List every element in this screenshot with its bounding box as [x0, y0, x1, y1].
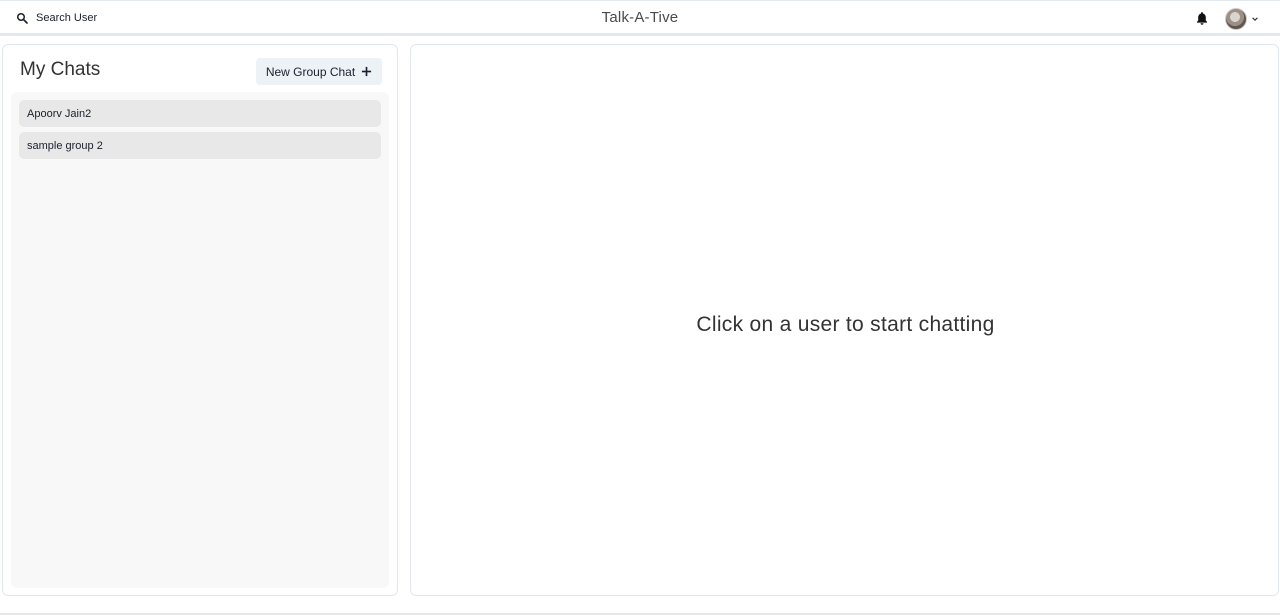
chat-list-item[interactable]: sample group 2	[19, 132, 381, 159]
search-icon	[16, 12, 28, 24]
chevron-down-icon	[1251, 15, 1259, 23]
chat-window: Click on a user to start chatting	[410, 44, 1279, 596]
chat-name: sample group 2	[27, 139, 103, 152]
new-group-chat-button[interactable]: New Group Chat	[256, 58, 382, 85]
my-chats-panel: My Chats New Group Chat Apoorv Jain2 sam…	[2, 44, 398, 596]
search-user-button[interactable]: Search User	[10, 6, 103, 30]
search-user-label: Search User	[36, 12, 98, 24]
app-title: Talk-A-Tive	[601, 9, 679, 26]
my-chats-title: My Chats	[20, 59, 101, 80]
app-root: Search User Talk-A-Tive My Chats New Gro…	[0, 0, 1280, 615]
bell-icon[interactable]	[1195, 11, 1209, 25]
top-bar: Search User Talk-A-Tive	[0, 0, 1280, 36]
profile-menu-button[interactable]	[1225, 7, 1259, 31]
chat-list-item[interactable]: Apoorv Jain2	[19, 100, 381, 127]
chat-list: Apoorv Jain2 sample group 2	[11, 92, 389, 588]
chat-name: Apoorv Jain2	[27, 107, 92, 120]
new-group-chat-label: New Group Chat	[265, 64, 356, 79]
plus-icon	[361, 66, 372, 77]
avatar	[1225, 8, 1247, 30]
empty-chat-message: Click on a user to start chatting	[696, 313, 995, 336]
